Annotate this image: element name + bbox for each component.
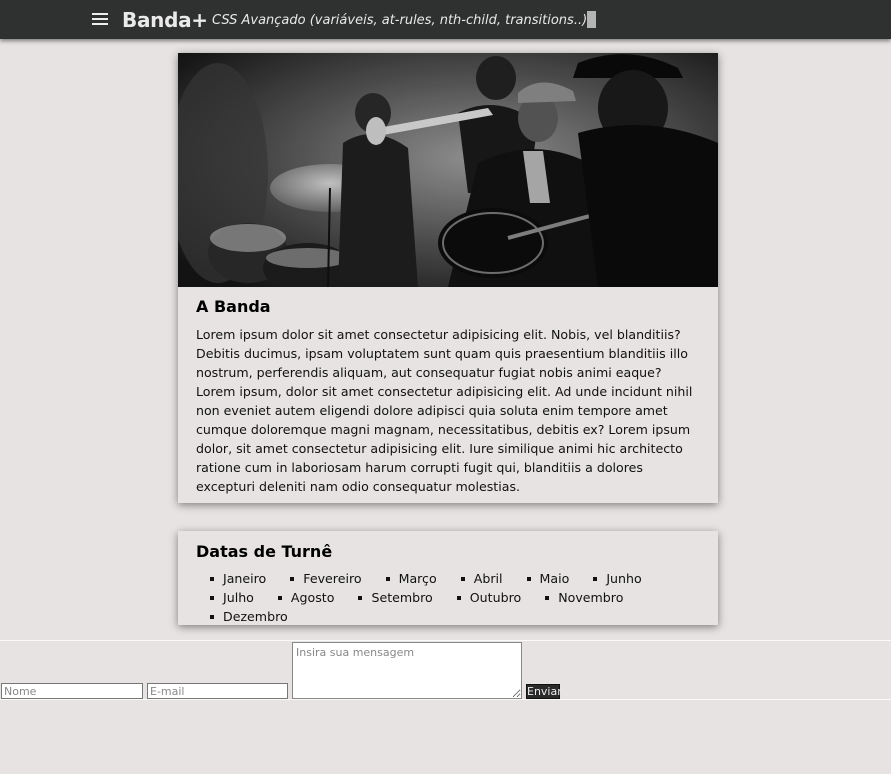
- text-cursor: [587, 11, 597, 28]
- band-title: A Banda: [196, 297, 271, 316]
- list-item: Abril: [459, 569, 503, 588]
- list-item: Junho: [591, 569, 642, 588]
- list-item: Outubro: [455, 588, 521, 607]
- tour-months-list: Janeiro Fevereiro Março Abril Maio Junho…: [208, 569, 678, 626]
- list-item: Setembro: [356, 588, 433, 607]
- brand-logo[interactable]: Banda+: [122, 8, 208, 32]
- top-bar: Banda+ CSS Avançado (variáveis, at-rules…: [0, 0, 891, 39]
- send-button[interactable]: Enviar: [526, 684, 562, 699]
- list-item: Março: [384, 569, 437, 588]
- list-item: Maio: [525, 569, 569, 588]
- email-field[interactable]: [147, 683, 288, 699]
- band-photo: [178, 53, 718, 287]
- hamburger-menu-icon[interactable]: [92, 13, 108, 25]
- list-item: Dezembro: [208, 607, 288, 626]
- contact-form: Enviar: [0, 640, 891, 700]
- list-item: Novembro: [543, 588, 623, 607]
- list-item: Julho: [208, 588, 254, 607]
- tour-card: Datas de Turnê Janeiro Fevereiro Março A…: [178, 531, 718, 625]
- list-item: Janeiro: [208, 569, 266, 588]
- name-field[interactable]: [1, 683, 143, 699]
- message-field[interactable]: [292, 642, 522, 699]
- list-item: Fevereiro: [288, 569, 362, 588]
- list-item: Agosto: [276, 588, 334, 607]
- band-card: A Banda Lorem ipsum dolor sit amet conse…: [178, 53, 718, 503]
- band-description: Lorem ipsum dolor sit amet consectetur a…: [196, 327, 693, 494]
- tour-title: Datas de Turnê: [196, 542, 333, 561]
- page-subtitle: CSS Avançado (variáveis, at-rules, nth-c…: [212, 11, 597, 28]
